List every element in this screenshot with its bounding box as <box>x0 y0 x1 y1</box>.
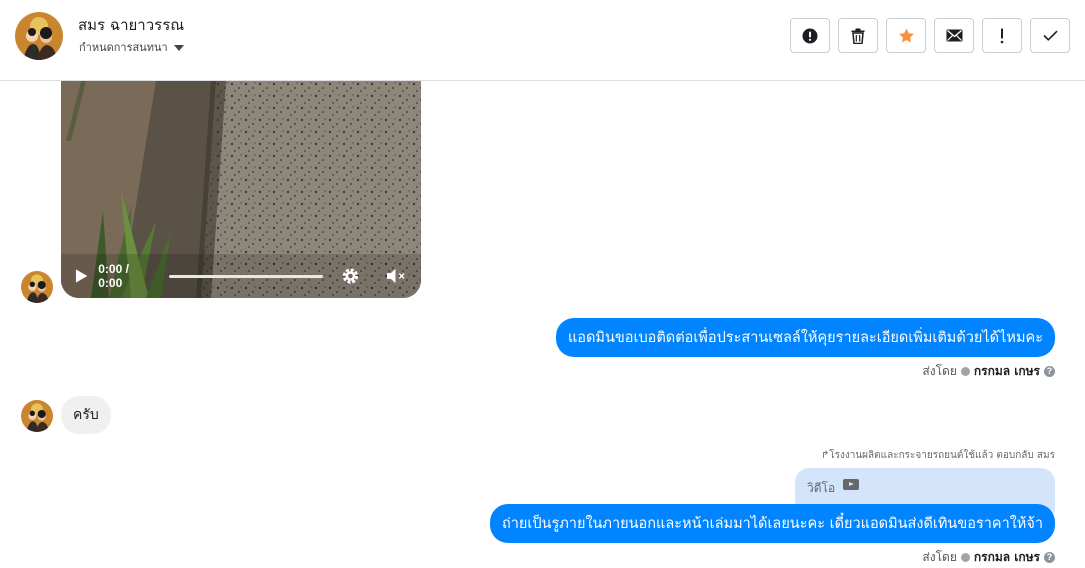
settings-icon[interactable] <box>341 266 360 286</box>
sent-by-info: ส่งโดย กรกมล เกษร ? <box>922 548 1055 567</box>
video-message[interactable]: 0:00 / 0:00 <box>61 81 421 298</box>
help-icon[interactable]: ? <box>1044 366 1055 377</box>
delete-button[interactable] <box>838 18 878 53</box>
incoming-message[interactable]: ครับ <box>61 396 111 434</box>
video-controls: 0:00 / 0:00 <box>61 254 421 298</box>
reply-context: ↱โรงงานผลิตและกระจายรถยนต์ใช้แล้ว ตอบกลั… <box>821 448 1055 463</box>
exclamation-icon <box>1000 28 1004 43</box>
play-icon[interactable] <box>75 268 88 284</box>
sent-by-info: ส่งโดย กรกมล เกษร ? <box>922 362 1055 381</box>
sent-by-label: ส่งโดย <box>922 550 957 564</box>
important-button[interactable] <box>982 18 1022 53</box>
video-icon <box>843 479 859 490</box>
alert-circle-icon <box>802 28 818 43</box>
caret-down-icon <box>173 44 184 51</box>
video-progress-bar[interactable] <box>169 274 324 278</box>
check-icon <box>1042 30 1058 41</box>
mark-unread-button[interactable] <box>934 18 974 53</box>
mute-icon[interactable] <box>386 267 407 285</box>
assign-label: กำหนดการสนทนา <box>79 41 168 54</box>
conversation-toolbar <box>790 18 1070 53</box>
assign-conversation-dropdown[interactable]: กำหนดการสนทนา <box>79 38 184 56</box>
reply-note-text: โรงงานผลิตและกระจายรถยนต์ใช้แล้ว ตอบกลับ… <box>829 450 1055 461</box>
video-time: 0:00 / 0:00 <box>98 262 129 290</box>
contact-avatar[interactable] <box>15 12 63 60</box>
sent-by-agent[interactable]: กรกมล เกษร <box>974 548 1040 567</box>
conversation-header: สมร ฉายาวรรณ กำหนดการสนทนา <box>0 0 1085 81</box>
outgoing-message[interactable]: ถ่ายเป็นรูภายในภายนอกและหน้าเล่มมาได้เลย… <box>489 504 1055 543</box>
message-thread: 0:00 / 0:00 แอดมินขอเบอติดต่อเพื่อประสาน… <box>0 81 1085 568</box>
done-button[interactable] <box>1030 18 1070 53</box>
reply-arrow-icon: ↱ <box>820 450 830 461</box>
report-button[interactable] <box>790 18 830 53</box>
star-icon <box>898 28 914 43</box>
agent-status-icon <box>960 553 970 562</box>
star-button[interactable] <box>886 18 926 53</box>
sender-avatar[interactable] <box>21 271 53 303</box>
outgoing-message[interactable]: แอดมินขอเบอติดต่อเพื่อประสานเซลล์ให้คุยร… <box>555 318 1055 357</box>
trash-icon <box>851 28 865 44</box>
contact-name: สมร ฉายาวรรณ <box>78 16 185 34</box>
sent-by-label: ส่งโดย <box>922 364 957 378</box>
agent-status-icon <box>960 367 970 376</box>
quoted-label: วิดีโอ <box>807 481 836 495</box>
sent-by-agent[interactable]: กรกมล เกษร <box>974 362 1040 381</box>
help-icon[interactable]: ? <box>1044 552 1055 563</box>
envelope-icon <box>946 29 962 42</box>
sender-avatar[interactable] <box>21 400 53 432</box>
